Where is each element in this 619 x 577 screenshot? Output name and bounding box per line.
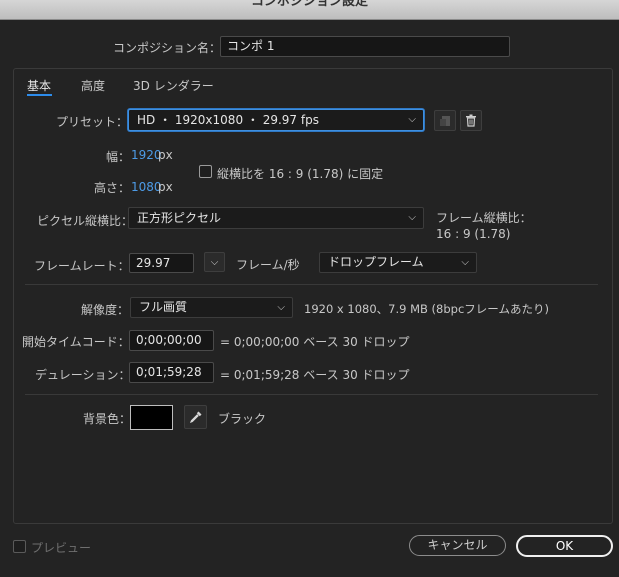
frame-rate-unit: フレーム/秒 (236, 258, 300, 272)
resolution-value: フル画質 (139, 300, 188, 314)
width-label: 幅： (106, 150, 131, 164)
width-unit: px (158, 148, 173, 162)
lock-aspect-label: 縦横比を 16 : 9 (1.78) に固定 (217, 167, 384, 181)
preview-label: プレビュー (31, 541, 92, 555)
eyedropper-icon (189, 411, 201, 424)
drop-frame-dropdown[interactable]: ドロップフレーム ⌵ (319, 252, 477, 273)
lock-aspect-checkbox[interactable] (199, 165, 212, 178)
height-value[interactable]: 1080 (131, 180, 162, 194)
background-color-swatch[interactable] (130, 405, 173, 430)
preset-label: プリセット： (56, 115, 129, 129)
trash-icon (466, 114, 476, 127)
resolution-info: 1920 x 1080、7.9 MB (8bpcフレームあたり) (304, 302, 549, 316)
save-preset-icon (440, 115, 450, 126)
tab-3d-renderer[interactable]: 3D レンダラー (133, 77, 214, 94)
frame-rate-input[interactable]: 29.97 (129, 253, 194, 273)
start-timecode-label: 開始タイムコード： (22, 335, 130, 349)
width-value[interactable]: 1920 (131, 148, 162, 162)
preset-dropdown[interactable]: HD ・ 1920x1080 ・ 29.97 fps ⌵ (128, 109, 424, 131)
section-divider (25, 394, 598, 395)
duration-input[interactable]: 0;01;59;28 (129, 362, 214, 383)
height-unit: px (158, 180, 173, 194)
pixel-aspect-value: 正方形ピクセル (137, 211, 222, 225)
window-title: コンポジション設定 (250, 0, 368, 9)
frame-rate-label: フレームレート： (34, 259, 130, 273)
background-color-name: ブラック (218, 412, 267, 426)
chevron-down-icon: ⌵ (461, 257, 469, 268)
frame-rate-menu-button[interactable]: ⌵ (204, 252, 225, 272)
chevron-down-icon: ⌵ (408, 212, 416, 223)
resolution-dropdown[interactable]: フル画質 ⌵ (130, 297, 293, 318)
ok-button[interactable]: OK (516, 535, 613, 557)
comp-name-input[interactable]: コンポ 1 (220, 36, 510, 57)
window-titlebar: コンポジション設定 (0, 0, 619, 20)
chevron-down-icon: ⌵ (277, 302, 285, 313)
background-color-label: 背景色： (83, 412, 132, 426)
section-divider (25, 284, 598, 285)
start-timecode-input[interactable]: 0;00;00;00 (129, 330, 214, 351)
preset-value: HD ・ 1920x1080 ・ 29.97 fps (137, 113, 319, 127)
tab-basic[interactable]: 基本 (27, 77, 51, 94)
drop-frame-value: ドロップフレーム (328, 255, 424, 269)
settings-panel (13, 68, 613, 524)
chevron-down-icon: ⌵ (408, 114, 416, 125)
preview-checkbox[interactable] (13, 540, 26, 553)
eyedropper-button[interactable] (184, 405, 207, 429)
duration-info: = 0;01;59;28 ベース 30 ドロップ (220, 368, 410, 382)
cancel-button[interactable]: キャンセル (409, 535, 506, 556)
duration-label: デュレーション： (35, 368, 131, 382)
tab-advanced[interactable]: 高度 (81, 77, 105, 94)
frame-aspect-value: 16 : 9 (1.78) (436, 227, 511, 241)
save-preset-button[interactable] (434, 110, 456, 131)
active-tab-indicator (27, 94, 52, 96)
height-label: 高さ： (94, 181, 131, 195)
delete-preset-button[interactable] (460, 110, 482, 131)
pixel-aspect-label: ピクセル縦横比： (37, 214, 134, 228)
resolution-label: 解像度： (81, 303, 130, 317)
pixel-aspect-dropdown[interactable]: 正方形ピクセル ⌵ (128, 207, 424, 229)
frame-aspect-label: フレーム縦横比： (436, 211, 532, 225)
chevron-down-icon: ⌵ (210, 256, 219, 268)
comp-name-label: コンポジション名： (113, 41, 222, 55)
start-timecode-info: = 0;00;00;00 ベース 30 ドロップ (220, 335, 410, 349)
